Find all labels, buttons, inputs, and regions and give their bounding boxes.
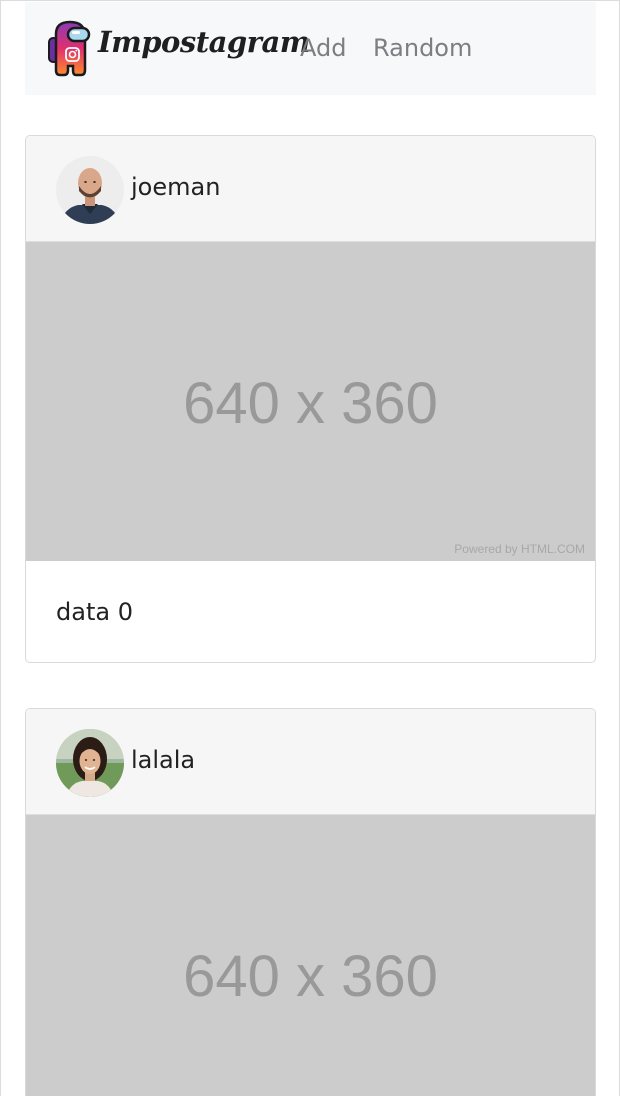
post-card: joeman 640 x 360 Powered by HTML.COM dat… [25, 135, 596, 663]
post-caption: data 0 [56, 598, 133, 626]
post-username[interactable]: lalala [131, 746, 195, 774]
navbar: Impostagram Add Random [25, 2, 596, 95]
nav-link-random[interactable]: Random [373, 34, 472, 62]
post-card: lalala 640 x 360 [25, 708, 596, 1096]
impostor-logo-icon[interactable] [48, 20, 92, 78]
post-image-size-text: 640 x 360 [183, 944, 438, 1009]
post-header: joeman [26, 136, 595, 242]
post-image[interactable]: 640 x 360 Powered by HTML.COM [26, 242, 595, 561]
nav-link-add[interactable]: Add [300, 34, 346, 62]
post-body: data 0 [26, 561, 595, 661]
avatar[interactable] [56, 729, 124, 797]
post-header: lalala [26, 709, 595, 815]
post-image[interactable]: 640 x 360 [26, 815, 595, 1096]
post-image-size-text: 640 x 360 [183, 371, 438, 436]
brand-title[interactable]: Impostagram [98, 25, 310, 59]
avatar[interactable] [56, 156, 124, 224]
post-image-powered-by: Powered by HTML.COM [454, 542, 585, 556]
post-username[interactable]: joeman [131, 173, 220, 201]
